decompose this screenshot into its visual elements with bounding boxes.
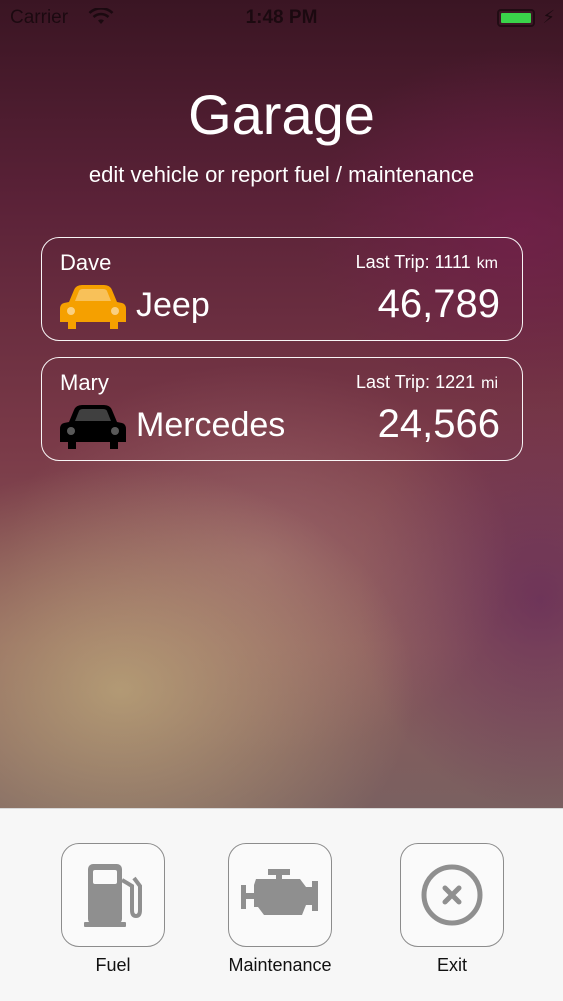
charging-bolt-icon: ⚡: [542, 7, 555, 27]
engine-icon: [241, 869, 318, 915]
last-trip: Last Trip: 1111 km: [356, 252, 498, 273]
bottom-toolbar: Fuel Maintenance Exit: [0, 808, 563, 1001]
maintenance-button[interactable]: [228, 843, 332, 947]
vehicle-owner: Dave: [60, 250, 112, 275]
last-trip-value: Last Trip: 1221: [356, 372, 476, 392]
vehicle-owner: Mary: [60, 370, 109, 395]
vehicle-model: Mercedes: [136, 406, 286, 444]
maintenance-label: Maintenance: [228, 955, 332, 975]
last-trip-value: Last Trip: 1111: [355, 252, 471, 272]
vehicle-model: Jeep: [136, 286, 210, 324]
last-trip-unit: km: [476, 255, 498, 272]
battery-level: [501, 13, 531, 23]
close-icon: [421, 864, 483, 926]
last-trip: Last Trip: 1221 mi: [356, 372, 498, 393]
car-icon: [60, 405, 126, 449]
fuel-pump-icon: [84, 864, 142, 927]
maintenance-tool: Maintenance: [227, 843, 333, 976]
exit-tool: Exit: [399, 843, 505, 976]
status-time: 1:48 PM: [245, 7, 318, 28]
status-bar: Carrier 1:48 PM ⚡: [0, 0, 563, 38]
vehicle-card[interactable]: Mary Last Trip: 1221 mi Mercedes 24,566: [41, 357, 523, 461]
exit-button[interactable]: [400, 843, 504, 947]
battery-icon: [497, 9, 535, 27]
fuel-button[interactable]: [61, 843, 165, 947]
fuel-tool: Fuel: [60, 843, 166, 976]
garage-screen: Carrier 1:48 PM ⚡ Garage edit vehicle or…: [0, 0, 563, 808]
last-trip-unit: mi: [481, 375, 498, 392]
fuel-label: Fuel: [95, 955, 131, 975]
vehicle-odometer: 46,789: [377, 282, 500, 326]
page-title: Garage: [188, 83, 375, 146]
car-icon: [60, 285, 126, 329]
vehicle-card[interactable]: Dave Last Trip: 1111 km Jeep 46,789: [41, 237, 523, 341]
vehicle-odometer: 24,566: [377, 402, 500, 446]
page-subtitle: edit vehicle or report fuel / maintenanc…: [88, 162, 475, 187]
exit-label: Exit: [436, 955, 467, 975]
